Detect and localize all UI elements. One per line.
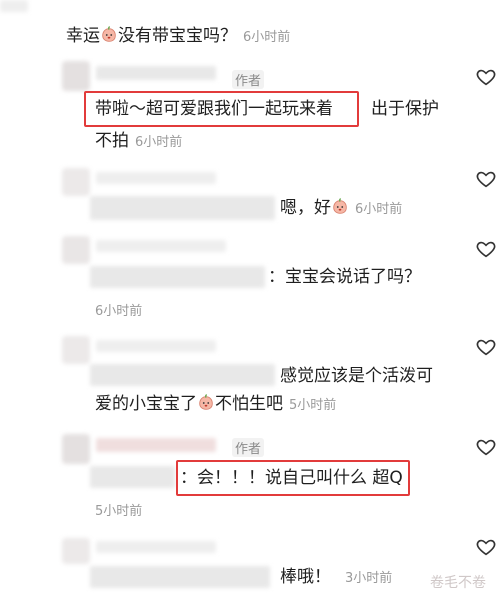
comment-5-line1: 感觉应该是个活泼可 bbox=[280, 366, 433, 386]
watermark: 卷毛不卷 bbox=[430, 575, 486, 591]
comment-3-text: 嗯，好 bbox=[280, 198, 331, 218]
author-badge: 作者 bbox=[232, 70, 265, 89]
heart-icon[interactable] bbox=[475, 66, 497, 88]
avatar bbox=[62, 61, 90, 91]
comment-7-time: 3小时前 bbox=[345, 571, 393, 586]
comment-5-blur bbox=[90, 364, 275, 386]
avatar bbox=[62, 434, 90, 464]
heart-icon[interactable] bbox=[475, 536, 497, 558]
comment-4-text: ：宝宝会说话了吗？ bbox=[268, 267, 421, 287]
heart-icon[interactable] bbox=[475, 336, 497, 358]
comment-3-time: 6小时前 bbox=[355, 202, 403, 217]
comment-1-text: 幸运 bbox=[66, 26, 100, 46]
comment-5-line2b: 不怕生吧 bbox=[215, 394, 283, 414]
comment-4-blur bbox=[90, 266, 265, 288]
peach-emoji-icon bbox=[102, 26, 116, 42]
comment-7-text: 棒哦！ bbox=[280, 567, 331, 587]
author-badge: 作者 bbox=[232, 438, 265, 457]
comment-6-time: 5小时前 bbox=[95, 504, 143, 519]
heart-icon[interactable] bbox=[475, 168, 497, 190]
avatar-blur bbox=[0, 0, 28, 12]
avatar bbox=[62, 236, 90, 264]
comment-6-highlight: ：会！！！说自己叫什么 超Q bbox=[180, 468, 403, 488]
comment-5-line2a: 爱的小宝宝了 bbox=[95, 394, 197, 414]
comment-2-time: 6小时前 bbox=[135, 135, 183, 150]
peach-emoji-icon bbox=[199, 394, 213, 410]
username-blur bbox=[96, 66, 216, 80]
comment-5-line2: 爱的小宝宝了 不怕生吧 5小时前 bbox=[95, 392, 336, 418]
username-blur bbox=[96, 172, 216, 184]
comment-2-line2: 不拍 6小时前 bbox=[95, 129, 182, 155]
comment-6-blur bbox=[90, 466, 175, 488]
comment-4-time: 6小时前 bbox=[95, 304, 143, 319]
comment-3-blur bbox=[90, 196, 275, 220]
comment-1-text2: 没有带宝宝吗？ bbox=[118, 26, 237, 46]
comment-7: 棒哦！ 3小时前 bbox=[280, 565, 392, 591]
heart-icon[interactable] bbox=[475, 238, 497, 260]
comment-1-time: 6小时前 bbox=[243, 30, 291, 45]
avatar bbox=[62, 168, 90, 196]
comment-3: 嗯，好 6小时前 bbox=[280, 196, 402, 222]
avatar bbox=[62, 336, 90, 364]
comment-1: 幸运 没有带宝宝吗？ 6小时前 bbox=[66, 24, 290, 50]
username-blur bbox=[96, 541, 216, 553]
username-blur bbox=[96, 340, 216, 352]
username-blur bbox=[96, 438, 216, 452]
comment-2-tail: 出于保护 bbox=[371, 99, 439, 119]
username-blur bbox=[96, 240, 226, 252]
comment-5-time: 5小时前 bbox=[289, 398, 337, 413]
comment-2-highlight: 带啦～超可爱跟我们一起玩来着 bbox=[95, 99, 333, 119]
heart-icon[interactable] bbox=[475, 436, 497, 458]
comment-2-line2-text: 不拍 bbox=[95, 131, 129, 151]
peach-emoji-icon bbox=[333, 198, 347, 214]
avatar bbox=[62, 538, 90, 564]
comment-7-blur bbox=[90, 566, 270, 588]
